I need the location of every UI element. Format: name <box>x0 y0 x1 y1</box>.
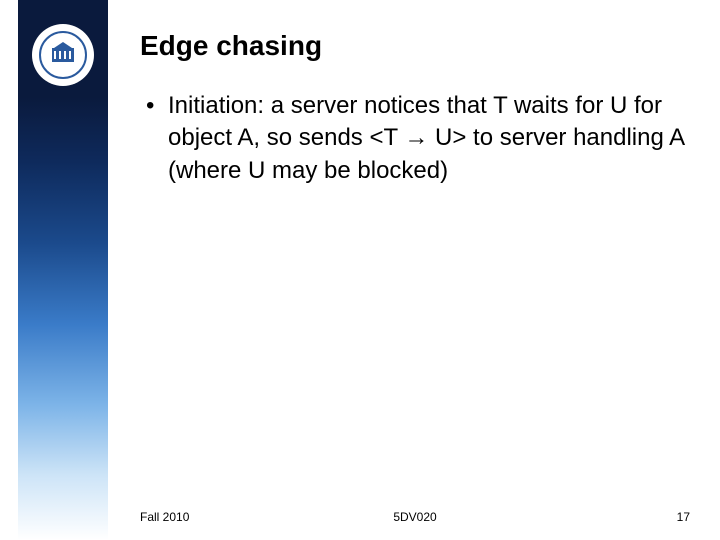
slide-content: Edge chasing Initiation: a server notice… <box>140 30 690 187</box>
logo-ring-icon <box>39 31 87 79</box>
university-logo <box>32 24 94 86</box>
bullet-list: Initiation: a server notices that T wait… <box>140 90 690 187</box>
slide-title: Edge chasing <box>140 30 690 62</box>
footer-term: Fall 2010 <box>140 510 189 524</box>
slide-footer: Fall 2010 5DV020 17 <box>140 510 690 524</box>
logo-building-icon <box>52 48 74 62</box>
footer-page-number: 17 <box>677 510 690 524</box>
bullet-item: Initiation: a server notices that T wait… <box>168 90 690 187</box>
footer-course-code: 5DV020 <box>393 510 436 524</box>
